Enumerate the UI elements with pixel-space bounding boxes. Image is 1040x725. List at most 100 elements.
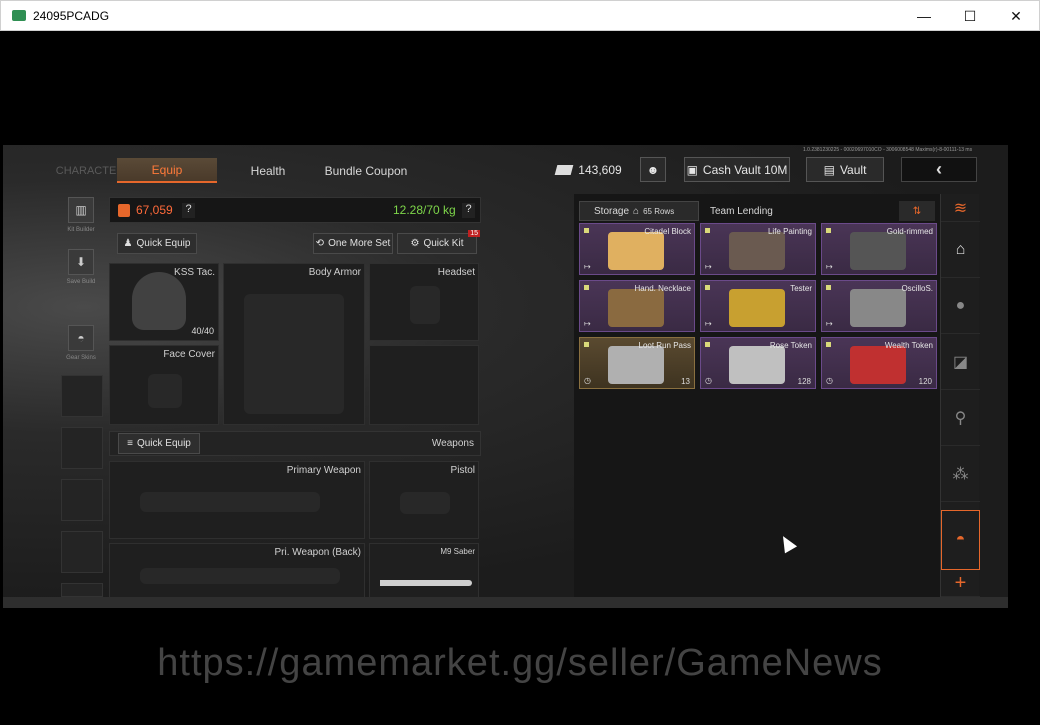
ammo-icon[interactable]: ⁂: [941, 446, 980, 502]
quick-equip-armor-button[interactable]: ♟ Quick Equip: [117, 233, 197, 254]
item-image: [850, 232, 906, 270]
body-armor-slot[interactable]: Body Armor: [223, 263, 365, 425]
add-icon[interactable]: +: [941, 570, 980, 597]
sort-button[interactable]: ⇅: [899, 201, 935, 221]
home-icon: ⌂: [633, 205, 640, 217]
maximize-button[interactable]: ☐: [947, 1, 993, 31]
rarity-pip: [826, 228, 831, 233]
value-help[interactable]: ?: [182, 203, 195, 218]
window-titlebar: 24095PCADG — ☐ ✕: [0, 0, 1040, 31]
back-button[interactable]: ‹: [901, 157, 977, 182]
tab-health[interactable]: Health: [233, 158, 303, 183]
kit-builder-button[interactable]: ▥ Kit Builder: [61, 197, 101, 233]
game-viewport: 1.0.2381230225 - 00020697010CO - 3006008…: [3, 145, 1008, 608]
helmet-slot[interactable]: KSS Tac. 40/40: [109, 263, 219, 341]
knife-icon: [380, 580, 472, 586]
pistol-label: Pistol: [450, 465, 475, 476]
weapons-title: Weapons: [431, 438, 474, 449]
close-button[interactable]: ✕: [993, 1, 1039, 31]
stack-icon[interactable]: ≋: [941, 194, 980, 222]
weight-help[interactable]: ?: [462, 203, 475, 218]
one-more-set-label: One More Set: [328, 238, 391, 249]
agent-button[interactable]: ☻: [640, 157, 666, 182]
item-name: Tester: [790, 284, 812, 293]
item-image: [729, 346, 785, 384]
weapons-header: ≡ Quick Equip Weapons: [109, 431, 481, 456]
storage-item[interactable]: Tester ↦: [700, 280, 816, 332]
rarity-pip: [584, 228, 589, 233]
home-nav-icon[interactable]: ⌂: [941, 222, 980, 278]
melee-slot[interactable]: M9 Saber: [369, 543, 479, 599]
gear-skins-button[interactable]: ◓ Gear Skins: [61, 325, 101, 361]
one-more-set-button[interactable]: ⟲ One More Set: [313, 233, 393, 254]
sort-icon: ⇅: [912, 205, 922, 217]
tab-character[interactable]: CHARACTER: [56, 158, 124, 183]
tab-bundle-coupon[interactable]: Bundle Coupon: [321, 158, 411, 183]
vault-button[interactable]: ▤ Vault: [806, 157, 884, 182]
storage-item[interactable]: Loot Run Pass ◷ 13: [579, 337, 695, 389]
empty-slot: [61, 531, 103, 573]
build-info: 1.0.2381230225 - 00020697010CO - 3006008…: [803, 147, 973, 153]
item-quantity: 128: [797, 377, 811, 386]
item-name: Wealth Token: [884, 341, 933, 350]
vault-label: Vault: [839, 162, 867, 177]
tab-equip[interactable]: Equip: [117, 158, 217, 183]
rifle-silhouette-icon: [140, 492, 320, 512]
empty-slot: [61, 479, 103, 521]
storage-item[interactable]: Gold-rimmed ↦: [821, 223, 937, 275]
quick-equip-weapons-label: Quick Equip: [136, 438, 191, 449]
meds-icon[interactable]: ◪: [941, 334, 980, 390]
watermark: https://gamemarket.gg/seller/GameNews: [157, 642, 883, 684]
cash-vault-button[interactable]: ▣ Cash Vault 10M: [684, 157, 790, 182]
item-info-icon: ↦: [826, 319, 833, 328]
cash-vault-label: Cash Vault 10M: [702, 162, 788, 177]
minimize-button[interactable]: —: [901, 1, 947, 31]
quick-equip-weapons-button[interactable]: ≡ Quick Equip: [118, 433, 200, 454]
download-icon: ⬇: [68, 249, 94, 275]
face-cover-label: Face Cover: [163, 349, 215, 360]
helmet-durability: 40/40: [191, 326, 214, 336]
grenade-icon[interactable]: ●: [941, 278, 980, 334]
item-quantity: 13: [681, 377, 690, 386]
storage-item[interactable]: Hand. Necklace ↦: [579, 280, 695, 332]
headset-slot[interactable]: Headset: [369, 263, 479, 341]
rarity-pip: [826, 285, 831, 290]
storage-item[interactable]: Citadel Block ↦: [579, 223, 695, 275]
empty-slot: [61, 427, 103, 469]
item-name: Gold-rimmed: [886, 227, 933, 236]
item-image: [608, 289, 664, 327]
chevron-left-icon: ‹: [936, 159, 942, 179]
storage-item[interactable]: Rose Token ◷ 128: [700, 337, 816, 389]
team-lending-tab[interactable]: Team Lending: [702, 201, 782, 221]
refresh-icon: ⟲: [315, 238, 325, 249]
empty-slot: [61, 583, 103, 597]
pistol-slot[interactable]: Pistol: [369, 461, 479, 539]
rarity-pip: [705, 285, 710, 290]
face-cover-slot[interactable]: Face Cover: [109, 345, 219, 425]
quick-kit-button[interactable]: ⚙ Quick Kit 15: [397, 230, 480, 254]
save-build-button[interactable]: ⬇ Save Build: [61, 249, 101, 285]
storage-item[interactable]: Wealth Token ◷ 120: [821, 337, 937, 389]
headset-label: Headset: [437, 267, 475, 278]
gear-skins-label: Gear Skins: [66, 355, 96, 361]
storage-rows: 65 Rows: [643, 206, 675, 216]
helmet-nav-icon[interactable]: ◓: [941, 510, 980, 570]
rarity-pip: [826, 342, 831, 347]
storage-item[interactable]: Life Painting ↦: [700, 223, 816, 275]
item-image: [850, 346, 906, 384]
item-image: [729, 289, 785, 327]
helmet-icon: ◓: [68, 325, 94, 351]
mask-silhouette-icon: [148, 374, 182, 408]
loadout-bar: 67,059 ? 12.28/70 kg ?: [109, 197, 481, 223]
empty-gear-slot[interactable]: [369, 345, 479, 425]
pri-weapon-back-label: Pri. Weapon (Back): [274, 547, 361, 558]
pri-weapon-back-slot[interactable]: Pri. Weapon (Back): [109, 543, 365, 599]
storage-item[interactable]: OscilloS. ↦: [821, 280, 937, 332]
rifle-back-silhouette-icon: [140, 568, 340, 584]
primary-weapon-slot[interactable]: Primary Weapon: [109, 461, 365, 539]
weight-value: 12.28/70 kg: [393, 203, 456, 217]
item-info-icon: ◷: [705, 376, 712, 385]
storage-tab[interactable]: Storage ⌂ 65 Rows: [579, 201, 699, 221]
pistol-silhouette-icon: [400, 492, 450, 514]
key-icon[interactable]: ⚲: [941, 390, 980, 446]
